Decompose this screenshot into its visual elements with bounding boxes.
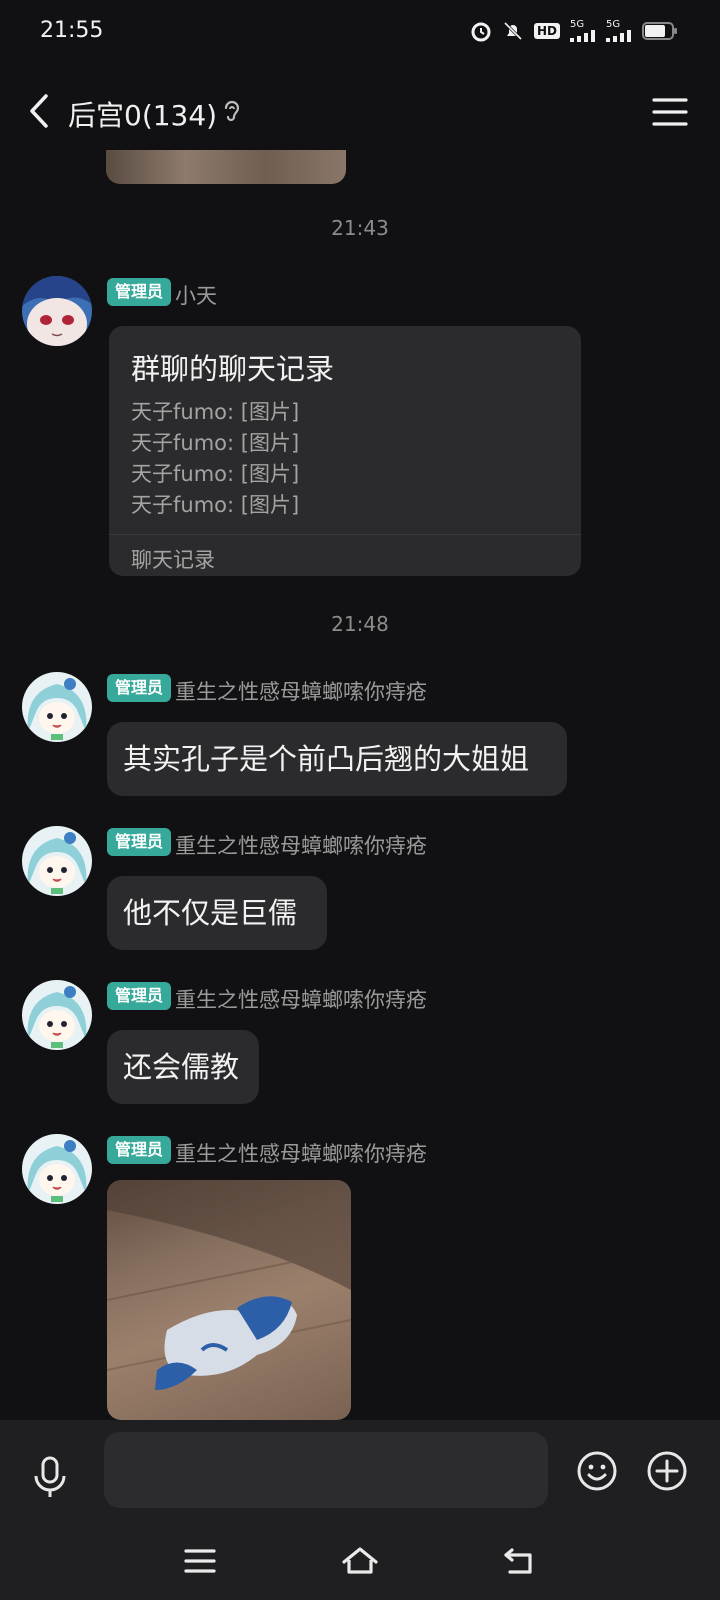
alarm-icon: [471, 22, 491, 42]
timestamp: 21:48: [331, 612, 389, 636]
signal-5g-1-icon: 5G: [570, 20, 596, 42]
card-line: 天子fumo: [图片]: [131, 493, 300, 517]
card-divider: [109, 534, 581, 535]
admin-badge: 管理员: [107, 828, 172, 856]
plus-circle-icon[interactable]: [646, 1450, 688, 1492]
card-line: 天子fumo: [图片]: [131, 462, 300, 486]
admin-badge: 管理员: [107, 674, 172, 702]
ear-icon[interactable]: [222, 98, 242, 124]
input-bar: [0, 1420, 720, 1530]
system-nav-bar: [0, 1530, 720, 1600]
timestamp: 21:43: [331, 216, 389, 240]
hd-icon: HD: [533, 23, 560, 39]
chat-title[interactable]: 后宫0(134): [68, 94, 217, 134]
sender-name[interactable]: 重生之性感母蟑螂嗦你痔疮: [175, 676, 427, 706]
card-footer: 聊天记录: [131, 548, 215, 572]
avatar[interactable]: [22, 1134, 92, 1204]
nav-back-icon[interactable]: [500, 1544, 540, 1578]
forwarded-chat-card[interactable]: 群聊的聊天记录 天子fumo: [图片] 天子fumo: [图片] 天子fumo…: [109, 326, 581, 576]
message-bubble[interactable]: 其实孔子是个前凸后翘的大姐姐: [107, 722, 567, 796]
avatar[interactable]: [22, 672, 92, 742]
signal-5g-2-icon: 5G: [606, 20, 632, 42]
hamburger-menu-icon[interactable]: [650, 94, 690, 130]
card-line: 天子fumo: [图片]: [131, 400, 300, 424]
back-arrow-icon[interactable]: [22, 90, 62, 132]
nav-home-icon[interactable]: [340, 1544, 380, 1580]
sender-name[interactable]: 重生之性感母蟑螂嗦你痔疮: [175, 984, 427, 1014]
admin-badge: 管理员: [107, 278, 172, 306]
admin-badge: 管理员: [107, 1136, 172, 1164]
admin-badge: 管理员: [107, 982, 172, 1010]
message-input[interactable]: [104, 1432, 548, 1508]
chat-header: 后宫0(134): [0, 76, 720, 146]
avatar[interactable]: [22, 826, 92, 896]
microphone-icon[interactable]: [30, 1455, 70, 1499]
sender-name[interactable]: 重生之性感母蟑螂嗦你痔疮: [175, 830, 427, 860]
battery-icon: [642, 22, 677, 40]
status-icons: HD 5G 5G: [470, 20, 678, 42]
card-title: 群聊的聊天记录: [131, 352, 335, 386]
nav-menu-icon[interactable]: [182, 1544, 218, 1578]
avatar[interactable]: [22, 980, 92, 1050]
status-time: 21:55: [40, 18, 104, 43]
emoji-icon[interactable]: [576, 1450, 618, 1492]
previous-image-message[interactable]: [106, 150, 346, 184]
message-bubble[interactable]: 他不仅是巨儒: [107, 876, 327, 950]
avatar[interactable]: [22, 276, 92, 346]
sender-name[interactable]: 重生之性感母蟑螂嗦你痔疮: [175, 1138, 427, 1168]
mute-bell-icon: [503, 21, 523, 41]
card-line: 天子fumo: [图片]: [131, 431, 300, 455]
image-message[interactable]: [107, 1180, 351, 1420]
status-bar: 21:55 HD 5G 5G: [0, 0, 720, 66]
sender-name[interactable]: 小天: [175, 280, 217, 310]
message-bubble[interactable]: 还会儒教: [107, 1030, 259, 1104]
